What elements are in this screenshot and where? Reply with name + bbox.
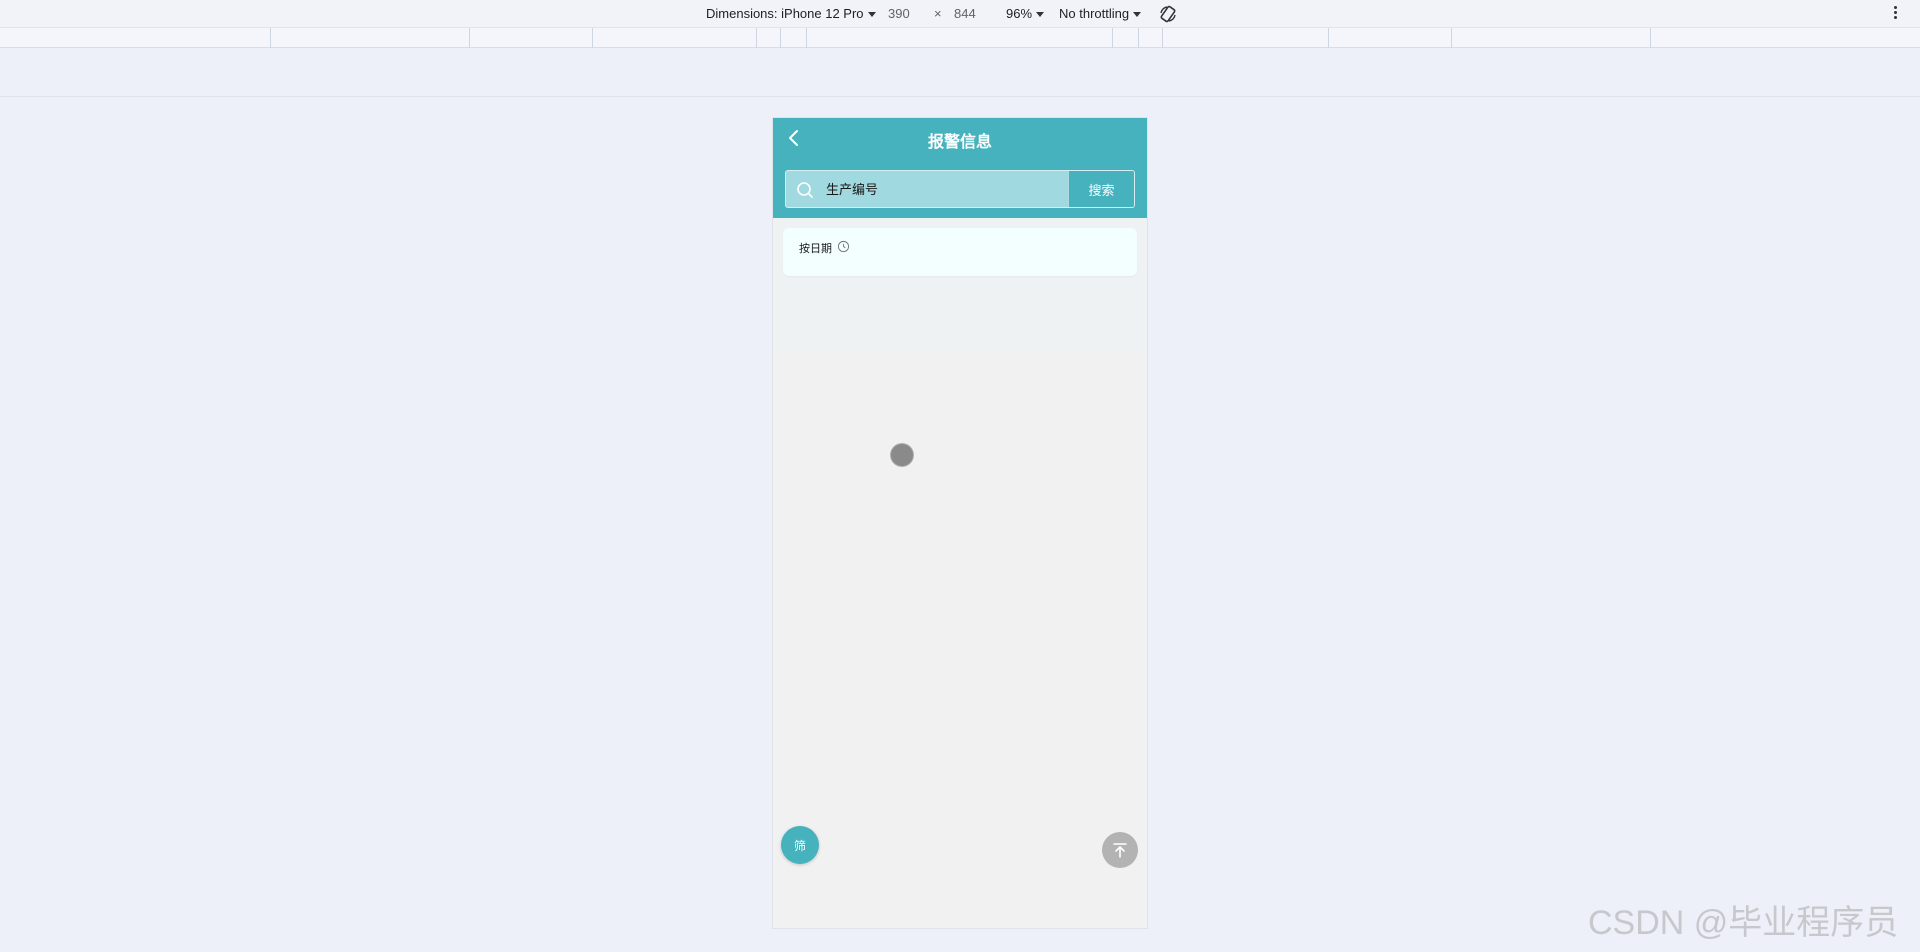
throttling-selector[interactable]: No throttling — [1059, 6, 1142, 21]
filter-button[interactable]: 筛 — [781, 826, 819, 864]
loading-indicator — [891, 444, 913, 466]
device-selector-label: Dimensions: iPhone 12 Pro — [706, 6, 864, 21]
watermark: CSDN @毕业程序员 — [1588, 904, 1899, 942]
media-query-bar[interactable] — [0, 28, 1920, 48]
search-bar: 搜索 — [785, 170, 1135, 208]
more-options-icon[interactable] — [1894, 6, 1898, 22]
date-filter-label: 按日期 — [799, 243, 832, 255]
chevron-down-icon — [867, 12, 876, 18]
throttling-label: No throttling — [1059, 6, 1130, 21]
back-to-top-button[interactable] — [1102, 832, 1138, 868]
times-symbol: × — [934, 6, 942, 21]
height-input[interactable]: 844 — [954, 6, 976, 21]
clock-icon — [837, 240, 850, 253]
page-title: 报警信息 — [927, 134, 992, 151]
date-filter-card[interactable]: 按日期 — [783, 228, 1137, 276]
zoom-label: 96% — [1006, 6, 1033, 21]
search-button[interactable]: 搜索 — [1068, 171, 1134, 207]
app-header: 报警信息 搜索 — [773, 118, 1147, 218]
width-input[interactable]: 390 — [888, 6, 910, 21]
search-icon — [797, 182, 813, 198]
devtools-device-toolbar: Dimensions: iPhone 12 Pro 390 × 844 96% … — [0, 0, 1920, 28]
arrow-up-to-top-icon — [1113, 843, 1127, 858]
chevron-down-icon — [1036, 12, 1045, 18]
device-selector[interactable]: Dimensions: iPhone 12 Pro — [706, 6, 876, 21]
mobile-viewport: 报警信息 搜索 按日期 筛 — [773, 118, 1147, 928]
rotate-icon[interactable] — [1158, 4, 1178, 24]
chevron-down-icon — [1133, 12, 1142, 18]
search-input[interactable] — [824, 171, 1064, 207]
ruler-area — [0, 48, 1920, 97]
zoom-selector[interactable]: 96% — [1006, 6, 1045, 21]
